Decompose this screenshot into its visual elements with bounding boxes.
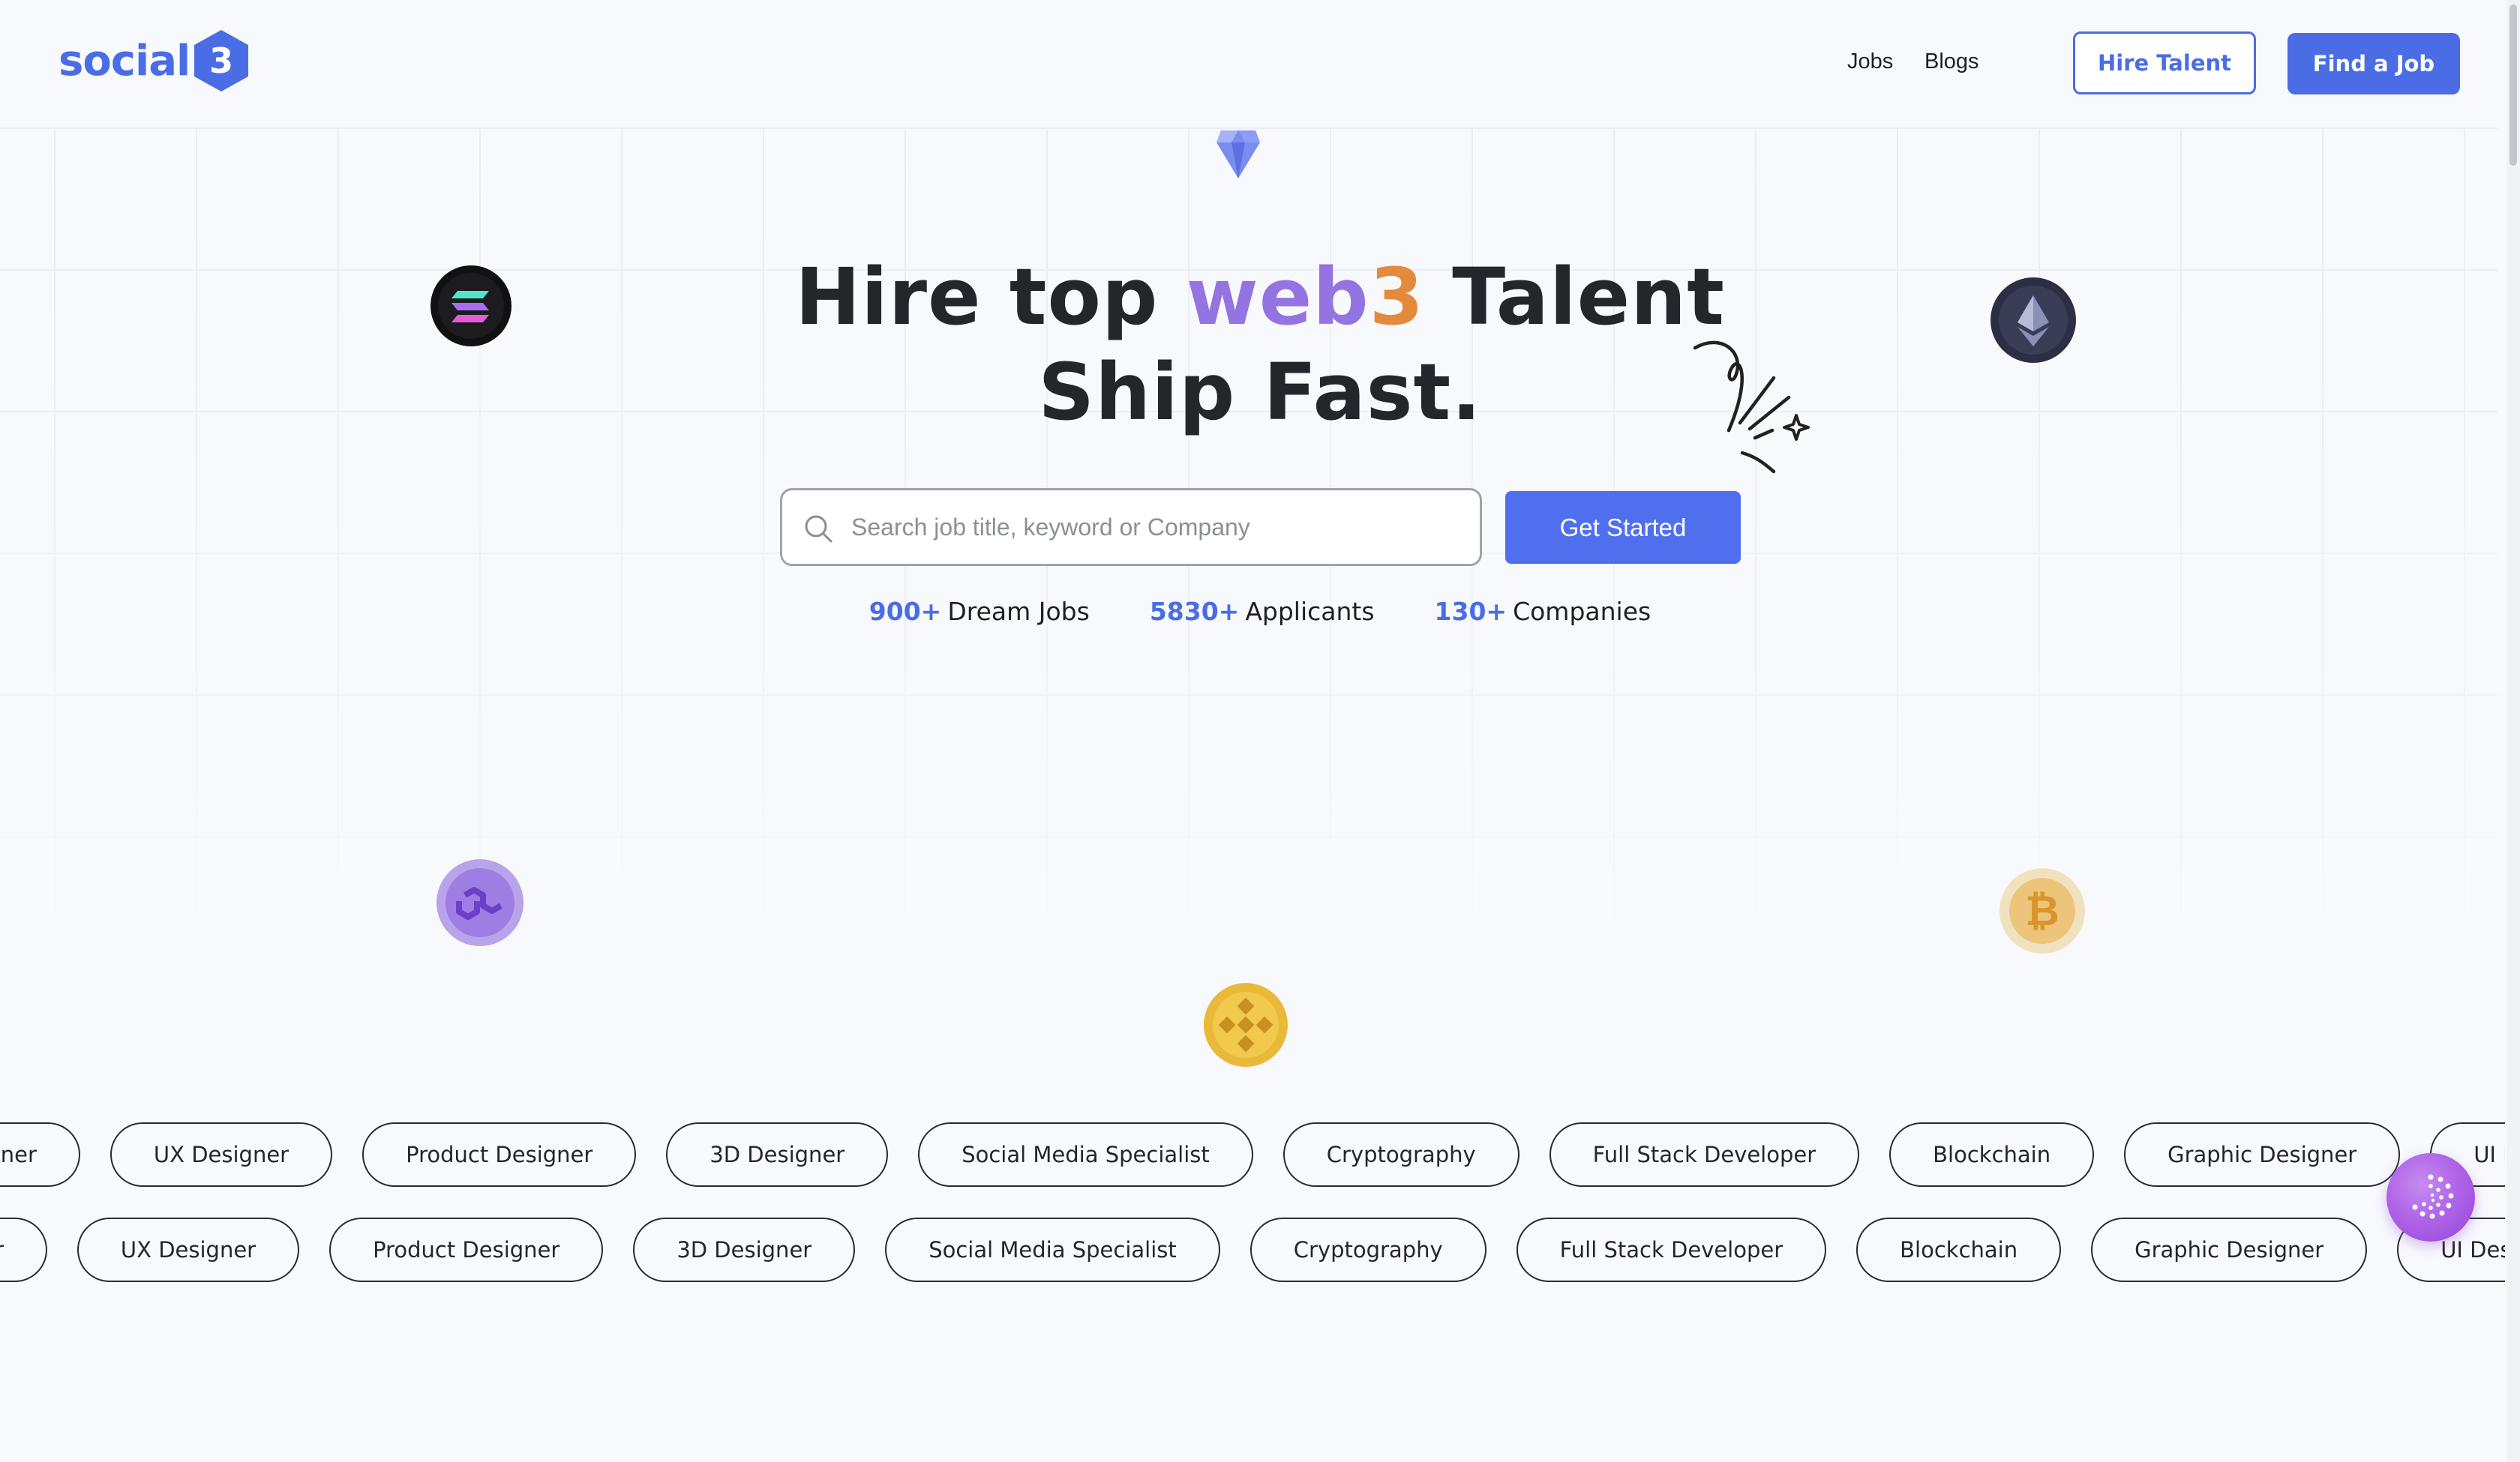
hero-title-web: web (1186, 251, 1370, 343)
stat-number: 900+ (868, 597, 942, 626)
tag-chip[interactable]: Full Stack Developer (1516, 1218, 1827, 1282)
nav-blogs-link[interactable]: Blogs (1924, 49, 1979, 74)
logo-hexagon-icon: 3 (193, 28, 250, 93)
nav-jobs-link[interactable]: Jobs (1847, 49, 1893, 74)
tag-chip[interactable]: Graphic Designer (2124, 1122, 2401, 1187)
hero-title-line-2: Ship Fast. (1038, 346, 1482, 438)
stat-applicants: 5830+ Applicants (1150, 597, 1375, 626)
logo-badge: 3 (209, 40, 234, 81)
hero-title-suffix: Talent (1424, 251, 1725, 343)
find-job-button[interactable]: Find a Job (2288, 33, 2460, 94)
search-box[interactable] (780, 488, 1482, 566)
logo[interactable]: social 3 (58, 28, 250, 93)
tag-chip[interactable]: 3D Designer (666, 1122, 889, 1187)
stat-number: 130+ (1434, 597, 1508, 626)
tag-chip[interactable]: UX Designer (110, 1122, 333, 1187)
tag-chip[interactable]: Blockchain (1856, 1218, 2062, 1282)
tag-row-1: UI Designer UX Designer Product Designer 3D… (0, 1122, 2505, 1190)
tag-chip[interactable]: Cryptography (1250, 1218, 1486, 1282)
tag-chip[interactable]: Product Designer (362, 1122, 637, 1187)
stat-label: Applicants (1245, 597, 1375, 626)
tag-row-2: UI Designer UX Designer Product Designer 3D… (0, 1218, 2505, 1285)
polygon-coin-icon (436, 859, 524, 946)
tag-chip[interactable]: Full Stack Developer (1549, 1122, 1860, 1187)
stat-label: Dream Jobs (947, 597, 1090, 626)
binance-coin-icon (1204, 983, 1288, 1067)
stat-label: Companies (1513, 597, 1652, 626)
tag-chip[interactable]: Blockchain (1889, 1122, 2095, 1187)
stat-companies: 130+ Companies (1435, 597, 1652, 626)
diamond-icon (1216, 130, 1260, 178)
chat-icon (2412, 1174, 2454, 1219)
tag-chip[interactable]: UI Designer (0, 1218, 47, 1282)
search-icon (805, 515, 832, 543)
scrollbar-thumb[interactable] (2510, 4, 2517, 166)
scrollbar[interactable] (2506, 0, 2520, 1462)
tag-chip[interactable]: Social Media Specialist (918, 1122, 1253, 1187)
get-started-button[interactable]: Get Started (1505, 491, 1741, 564)
tag-chip[interactable]: UX Designer (76, 1218, 300, 1282)
tag-chip[interactable]: UI Designer (0, 1122, 80, 1187)
search-input[interactable] (851, 490, 1466, 564)
hero-title-three: 3 (1369, 251, 1425, 343)
hire-talent-button[interactable]: Hire Talent (2073, 31, 2256, 94)
stat-dream-jobs: 900+ Dream Jobs (869, 597, 1090, 626)
hero-title-prefix: Hire top (795, 251, 1186, 343)
logo-text: social (58, 36, 190, 85)
tag-chip[interactable]: Cryptography (1282, 1122, 1520, 1187)
tag-track: UI Designer UX Designer Product Designer 3D… (0, 1218, 2505, 1282)
tag-track: UI Designer UX Designer Product Designer 3D… (0, 1122, 2505, 1187)
hero-title-line-1: Hire top web3 Talent (0, 251, 2520, 343)
svg-text:₿: ₿ (2025, 887, 2060, 936)
stat-number: 5830+ (1149, 597, 1240, 626)
tag-chip[interactable]: Graphic Designer (2091, 1218, 2368, 1282)
tag-chip[interactable]: Product Designer (329, 1218, 604, 1282)
tag-chip[interactable]: 3D Designer (633, 1218, 856, 1282)
stats-bar: 900+ Dream Jobs 5830+ Applicants 130+ Compa… (0, 597, 2520, 626)
bitcoin-coin-icon: ₿ (2000, 868, 2085, 954)
tag-chip[interactable]: Social Media Specialist (885, 1218, 1220, 1282)
chat-button[interactable] (2386, 1153, 2475, 1242)
